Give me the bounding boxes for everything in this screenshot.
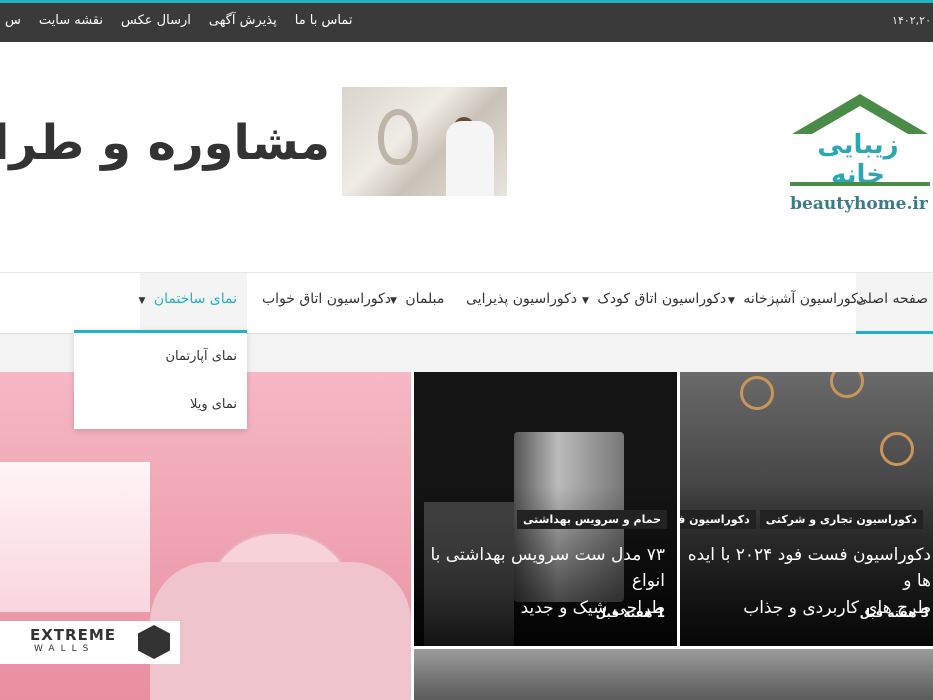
site-logo[interactable]: زیبایی خانه beautyhome.ir — [786, 94, 932, 224]
banner-image[interactable] — [342, 87, 507, 196]
facade-dropdown: نمای آپارتمان نمای ویلا — [74, 330, 247, 429]
dropdown-item-villa[interactable]: نمای ویلا — [190, 397, 237, 412]
nav-item-kitchen[interactable]: دکوراسیون آشپزخانه ▼ — [728, 291, 864, 307]
card-time: 3 هفته قبل — [859, 606, 929, 620]
featured-card-bottom[interactable] — [414, 649, 933, 700]
featured-card-bathroom[interactable]: حمام و سرویس بهداشتی ۷۳ مدل ست سرویس بهد… — [414, 372, 677, 646]
dropdown-item-apartment[interactable]: نمای آپارتمان — [165, 349, 237, 364]
nav-item-furniture[interactable]: مبلمان ▼ — [390, 291, 444, 307]
chevron-down-icon: ▼ — [728, 296, 735, 306]
tag-commercial[interactable]: دکوراسیون تجاری و شرکتی — [759, 510, 923, 529]
nav-item-bedroom[interactable]: دکوراسیون اتاق خواب — [262, 291, 391, 307]
card-tags: دکوراسیون تجاری و شرکتی دکوراسیون فروشگا… — [680, 510, 923, 529]
top-link-ads[interactable]: پذیرش آگهی — [200, 13, 286, 28]
card-time: 1 هفته قبل — [595, 606, 665, 620]
top-link-cut[interactable]: س — [0, 13, 30, 28]
chevron-down-icon: ▼ — [138, 296, 146, 306]
top-link-send-photo[interactable]: ارسال عکس — [112, 13, 200, 28]
nav-item-home[interactable]: صفحه اصلی — [856, 273, 933, 334]
nav-item-kids-room[interactable]: دکوراسیون اتاق کودک ▼ — [582, 291, 726, 307]
top-link-sitemap[interactable]: نقشه سایت — [30, 13, 112, 28]
card-tags: حمام و سرویس بهداشتی — [517, 510, 667, 529]
extreme-walls-logo: EXTREME WALLS — [0, 621, 180, 664]
site-header: زیبایی خانه beautyhome.ir مشاوره و طراحی… — [0, 42, 933, 272]
featured-card-fastfood[interactable]: دکوراسیون تجاری و شرکتی دکوراسیون فروشگا… — [680, 372, 933, 646]
top-bar: تماس با ما پذیرش آگهی ارسال عکس نقشه سای… — [0, 3, 933, 42]
logo-text: زیبایی خانه — [817, 130, 899, 190]
nav-item-building-facade[interactable]: نمای ساختمان ▼ — [138, 273, 247, 334]
banner-text: مشاوره و طراحی رایگ — [0, 115, 330, 171]
chevron-down-icon: ▼ — [390, 296, 397, 306]
cube-icon — [138, 625, 170, 659]
top-link-contact[interactable]: تماس با ما — [286, 13, 362, 28]
date-text: ۱۴۰۲,۲۰ — [892, 14, 931, 27]
top-links: تماس با ما پذیرش آگهی ارسال عکس نقشه سای… — [0, 13, 361, 28]
tag-bathroom[interactable]: حمام و سرویس بهداشتی — [517, 510, 667, 529]
logo-domain: beautyhome.ir — [790, 194, 928, 214]
main-nav: صفحه اصلی دکوراسیون آشپزخانه ▼ دکوراسیون… — [0, 272, 933, 334]
nav-item-reception[interactable]: دکوراسیون پذیرایی — [466, 291, 577, 307]
chevron-down-icon: ▼ — [582, 296, 589, 306]
tag-store[interactable]: دکوراسیون فروشگاه — [680, 510, 756, 529]
